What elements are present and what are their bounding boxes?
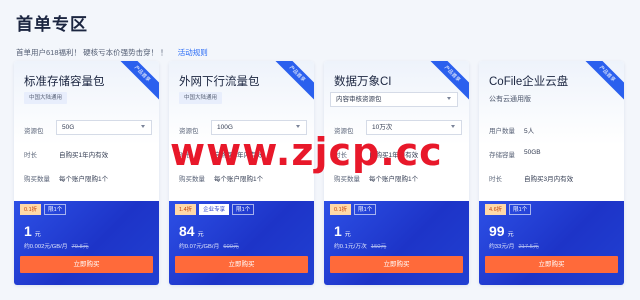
row-value: 自购买3月内有效 [524, 176, 574, 183]
original-price: 150元 [370, 244, 387, 250]
unit-price: 约0.002元/GB/月 79.8元 [24, 241, 89, 250]
row-label: 时长 [24, 152, 37, 159]
chevron-down-icon [296, 125, 300, 128]
discount-badge: 0.1折 [20, 204, 42, 215]
unit-price: 约0.07元/GB/月 600元 [179, 241, 239, 250]
row-value: 5人 [524, 128, 535, 135]
row-label: 资源包 [24, 128, 44, 135]
edition-text: 公有云通用版 [489, 96, 531, 103]
storage-row: 存储容量 50GB [489, 149, 541, 159]
package-type-select[interactable]: 内容审核资源包 [330, 92, 458, 107]
page-title: 首单专区 [16, 15, 88, 34]
discount-badge: 4.6折 [485, 204, 507, 215]
row-label: 购买数量 [24, 176, 50, 183]
quantity-row: 购买数量 每个账户限购1个 [24, 173, 108, 183]
badge-group: 0.1折 限1个 [20, 204, 67, 215]
price-panel: 0.1折 限1个 1元 约0.002元/GB/月 79.8元 立即购买 [14, 201, 159, 285]
row-label: 时长 [489, 176, 502, 183]
card-title: CoFile企业云盘 [489, 76, 569, 88]
price-panel: 1.4折 企业专享 限1个 84 元 约0.07元/GB/月 600元 立即购买 [169, 201, 314, 285]
unit-price-text: 约0.07元/GB/月 [179, 244, 220, 250]
select-value: 50G [62, 124, 75, 131]
watermark-text: www.zjcp.cc [170, 130, 443, 174]
price: 84 元 [179, 223, 204, 241]
original-price: 79.8元 [71, 244, 89, 250]
duration-row: 时长 自购买3月内有效 [489, 173, 573, 183]
discount-badge: 1.4折 [175, 204, 197, 215]
product-card-storage: 产品首享 标准存储容量包 中国大陆通用 资源包 50G 时长 自购买1年内有效 … [14, 61, 159, 285]
page-header: 首单专区 首单用户618福利！ 硬核亏本价强势击穿！ ！ 活动规则 [16, 10, 208, 58]
price-value: 1 [334, 223, 342, 239]
region-tag: 中国大陆通用 [179, 92, 223, 104]
row-value: 每个账户限购1个 [214, 176, 264, 183]
row-label: 存储容量 [489, 152, 515, 159]
product-card-cofile: 产品首享 CoFile企业云盘 公有云通用版 用户数量 5人 存储容量 50GB… [479, 61, 624, 285]
buy-now-button[interactable]: 立即购买 [20, 256, 153, 273]
select-value: 内容审核资源包 [336, 96, 382, 103]
unit-price-text: 约0.002元/GB/月 [24, 244, 68, 250]
row-value: 每个账户限购1个 [59, 176, 109, 183]
chevron-down-icon [447, 97, 451, 100]
unit-price-text: 约0.1元/万次 [334, 244, 367, 250]
buy-now-button[interactable]: 立即购买 [330, 256, 463, 273]
limit-badge: 限1个 [509, 204, 532, 215]
buy-now-button[interactable]: 立即购买 [485, 256, 618, 273]
quantity-row: 购买数量 每个账户限购1个 [179, 173, 263, 183]
price-value: 84 [179, 223, 195, 239]
region-tag: 中国大陆通用 [24, 92, 68, 104]
price-panel: 0.1折 限1个 1元 约0.1元/万次 150元 立即购买 [324, 201, 469, 285]
badge-group: 1.4折 企业专享 限1个 [175, 204, 255, 215]
quantity-row: 购买数量 每个账户限购1个 [334, 173, 418, 183]
limit-badge: 限1个 [232, 204, 255, 215]
row-label: 购买数量 [179, 176, 205, 183]
price-unit: 元 [507, 232, 514, 238]
discount-badge: 0.1折 [330, 204, 352, 215]
limit-badge: 限1个 [44, 204, 67, 215]
price: 99 元 [489, 223, 514, 241]
chevron-down-icon [451, 125, 455, 128]
price-value: 1 [24, 223, 32, 239]
duration-row: 时长 自购买1年内有效 [24, 149, 108, 159]
enterprise-badge: 企业专享 [199, 204, 230, 215]
unit-price-text: 约33元/月 [489, 244, 515, 250]
card-title: 数据万象CI [334, 76, 392, 88]
promo-text: 首单用户618福利！ 硬核亏本价强势击穿！ ！ [16, 48, 168, 57]
limit-badge: 限1个 [354, 204, 377, 215]
resource-row: 资源包 50G [24, 120, 152, 135]
resource-select[interactable]: 50G [56, 120, 152, 135]
page-subtitle: 首单用户618福利！ 硬核亏本价强势击穿！ ！ 活动规则 [16, 47, 208, 58]
buy-now-button[interactable]: 立即购买 [175, 256, 308, 273]
rules-link[interactable]: 活动规则 [178, 48, 208, 57]
price-unit: 元 [34, 232, 41, 238]
row-value: 自购买1年内有效 [59, 152, 109, 159]
row-label: 用户数量 [489, 128, 515, 135]
row-value: 50GB [524, 149, 541, 156]
price-panel: 4.6折 限1个 99 元 约33元/月 217.5元 立即购买 [479, 201, 624, 285]
unit-price: 约0.1元/万次 150元 [334, 241, 386, 250]
chevron-down-icon [141, 125, 145, 128]
badge-group: 0.1折 限1个 [330, 204, 377, 215]
users-row: 用户数量 5人 [489, 125, 534, 135]
price-unit: 元 [197, 232, 204, 238]
unit-price: 约33元/月 217.5元 [489, 241, 539, 250]
badge-group: 4.6折 限1个 [485, 204, 532, 215]
row-value: 每个账户限购1个 [369, 176, 419, 183]
price-value: 99 [489, 223, 505, 239]
original-price: 217.5元 [518, 244, 539, 250]
row-label: 购买数量 [334, 176, 360, 183]
card-title: 标准存储容量包 [24, 76, 105, 88]
price: 1元 [24, 223, 41, 241]
price-unit: 元 [344, 232, 351, 238]
price: 1元 [334, 223, 351, 241]
card-title: 外网下行流量包 [179, 76, 260, 88]
original-price: 600元 [223, 244, 239, 250]
